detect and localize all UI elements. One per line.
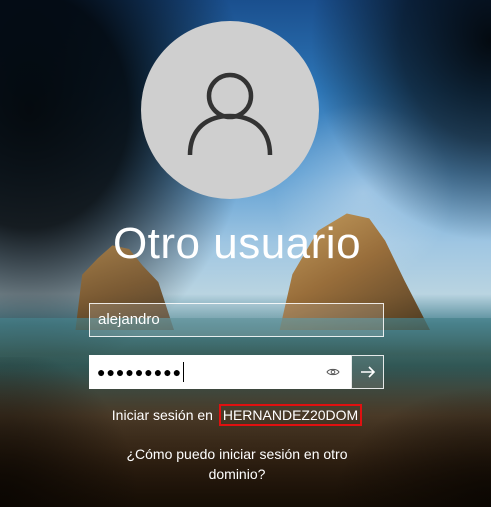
arrow-right-icon xyxy=(360,366,375,378)
password-mask: ●●●●●●●●● xyxy=(97,364,183,380)
username-value: alejandro xyxy=(98,311,160,328)
other-domain-help-link[interactable]: ¿Cómo puedo iniciar sesión en otro domin… xyxy=(112,444,362,484)
text-caret xyxy=(183,362,185,382)
username-field[interactable]: alejandro xyxy=(89,303,384,337)
domain-name: HERNANDEZ20DOM xyxy=(218,404,363,426)
user-silhouette-icon xyxy=(187,72,273,156)
signin-domain-line: Iniciar sesión en HERNANDEZ20DOM xyxy=(0,404,474,426)
password-row: ●●●●●●●●● xyxy=(89,355,384,389)
password-field[interactable]: ●●●●●●●●● xyxy=(89,355,351,389)
user-avatar xyxy=(141,21,319,199)
signin-prefix: Iniciar sesión en xyxy=(111,407,213,423)
eye-icon[interactable] xyxy=(325,365,341,379)
page-title: Otro usuario xyxy=(112,219,362,268)
submit-button[interactable] xyxy=(351,355,384,389)
